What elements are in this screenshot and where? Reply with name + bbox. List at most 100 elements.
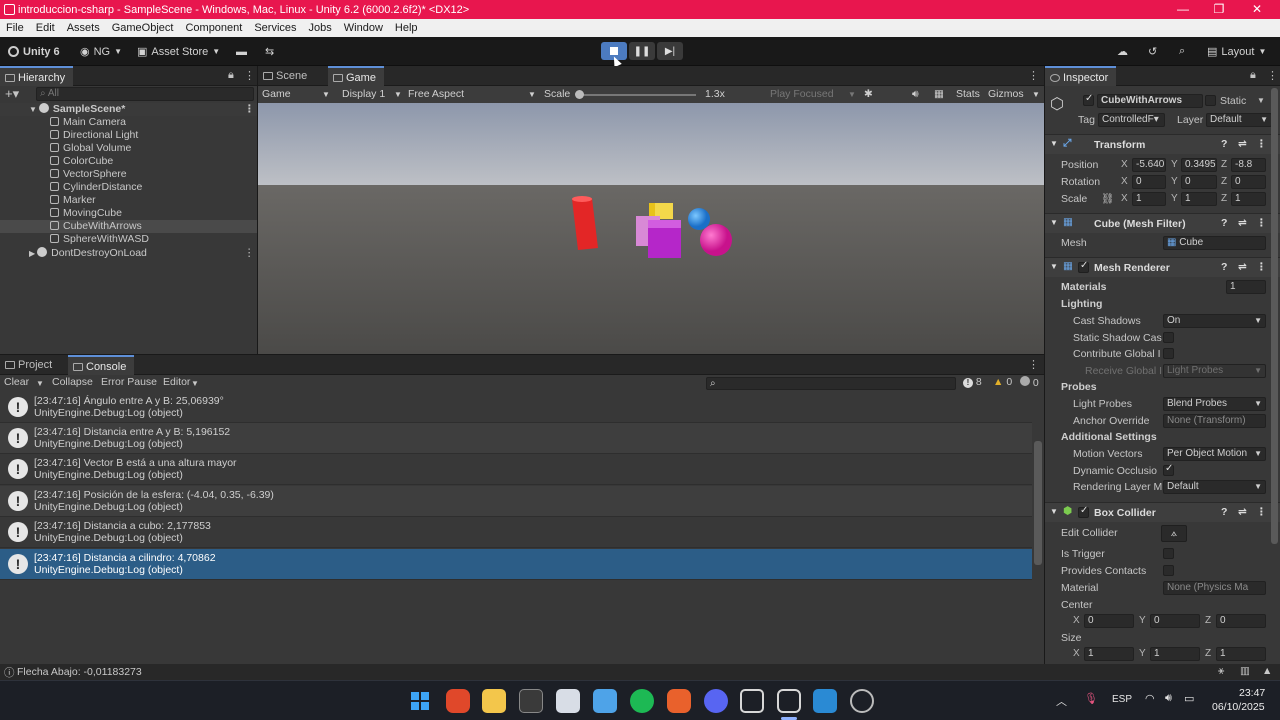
add-icon[interactable]: +▾ <box>5 86 19 102</box>
layout-dropdown[interactable]: ▤ Layout ▼ <box>1207 43 1266 60</box>
rotation-y-field[interactable]: 0 <box>1181 175 1217 189</box>
steam-icon[interactable] <box>850 689 874 713</box>
menu-edit[interactable]: Edit <box>30 22 61 34</box>
menu-gameobject[interactable]: GameObject <box>106 22 180 34</box>
anchor-override-field[interactable]: None (Transform) <box>1163 414 1266 428</box>
microphone-icon[interactable]: 🎙︎ <box>1084 692 1098 705</box>
status-message[interactable]: Flecha Abajo: -0,01183273 <box>17 666 142 678</box>
log-entry[interactable]: ! [23:47:16] Vector B está a una altura m… <box>0 454 1032 485</box>
bug-icon[interactable]: ✱ <box>864 88 873 100</box>
motion-vectors-dropdown[interactable]: Per Object Motion ▼ <box>1163 447 1266 461</box>
log-entry[interactable]: ! [23:47:16] Ángulo entre A y B: 25,06939… <box>0 392 1032 423</box>
snipping-tool-icon[interactable] <box>556 689 580 713</box>
version-control-icon[interactable]: ⇆ <box>265 43 274 60</box>
error-count-toggle[interactable]: 0 <box>1020 376 1039 389</box>
terminal-icon[interactable] <box>519 689 543 713</box>
cast-shadows-dropdown[interactable]: On ▼ <box>1163 314 1266 328</box>
position-x-field[interactable]: -5.640 <box>1132 158 1166 172</box>
console-search-input[interactable]: ⌕ <box>706 377 956 390</box>
hierarchy-item-selected[interactable]: CubeWithArrows <box>0 220 257 233</box>
audio-icon[interactable]: 🔊︎ <box>912 88 919 101</box>
windows-start-icon[interactable] <box>408 689 432 713</box>
tab-console[interactable]: Console <box>68 355 135 375</box>
mesh-renderer-header[interactable]: ▼ ▦ Mesh Renderer ? ⇌ ⋮ <box>1045 257 1280 277</box>
tab-scene[interactable]: Scene <box>258 66 315 86</box>
close-icon[interactable]: ✕ <box>1240 0 1274 19</box>
hierarchy-item[interactable]: Global Volume <box>0 142 257 155</box>
lock-icon[interactable]: 🔒︎ <box>228 69 234 82</box>
layer-dropdown[interactable]: Default ▼ <box>1206 113 1272 127</box>
log-entry-selected[interactable]: ! [23:47:16] Distancia a cilindro: 4,7086… <box>0 549 1032 580</box>
hierarchy-search-input[interactable]: ⌕ All <box>36 87 254 101</box>
menu-services[interactable]: Services <box>248 22 302 34</box>
pause-button[interactable]: ❚❚ <box>629 42 655 60</box>
more-icon[interactable]: ⋮ <box>1028 358 1039 371</box>
file-explorer-icon[interactable] <box>482 689 506 713</box>
package-icon[interactable]: ▬ <box>236 43 247 60</box>
hierarchy-item[interactable]: MovingCube <box>0 207 257 220</box>
menu-file[interactable]: File <box>0 22 30 34</box>
language-indicator[interactable]: ESP <box>1112 694 1132 705</box>
size-y-field[interactable]: 1 <box>1150 647 1200 661</box>
scale-z-field[interactable]: 1 <box>1231 192 1266 206</box>
step-button[interactable]: ▶| <box>657 42 683 60</box>
edit-collider-button[interactable]: ⟑ <box>1161 525 1187 542</box>
scale-x-field[interactable]: 1 <box>1132 192 1166 206</box>
aspect-dropdown[interactable]: Free Aspect <box>408 88 464 100</box>
collapse-button[interactable]: Collapse <box>52 376 93 388</box>
link-icon[interactable]: ⛓ <box>1101 192 1114 205</box>
vscode-icon[interactable] <box>813 689 837 713</box>
inspector-scrollbar[interactable] <box>1271 88 1278 544</box>
help-icon[interactable]: ? <box>1221 217 1227 229</box>
hierarchy-item[interactable]: CylinderDistance <box>0 181 257 194</box>
account-dropdown[interactable]: ◉ NG ▼ <box>80 43 122 60</box>
notepad-icon[interactable] <box>593 689 617 713</box>
scene-row[interactable]: ▼ SampleScene* ⋮ <box>0 103 257 116</box>
tab-game[interactable]: Game <box>328 66 384 86</box>
more-icon[interactable]: ⋮ <box>1256 138 1267 150</box>
hierarchy-item[interactable]: Directional Light <box>0 129 257 142</box>
collider-material-field[interactable]: None (Physics Ma <box>1163 581 1266 595</box>
menu-assets[interactable]: Assets <box>61 22 106 34</box>
size-z-field[interactable]: 1 <box>1216 647 1266 661</box>
light-probes-dropdown[interactable]: Blend Probes ▼ <box>1163 397 1266 411</box>
help-icon[interactable]: ? <box>1221 506 1227 518</box>
center-z-field[interactable]: 0 <box>1216 614 1266 628</box>
broom-icon[interactable]: ⚹ <box>1218 665 1224 678</box>
game-view[interactable] <box>258 103 1044 354</box>
scale-slider-handle[interactable] <box>575 90 584 99</box>
rotation-x-field[interactable]: 0 <box>1132 175 1166 189</box>
position-z-field[interactable]: -8.8 <box>1231 158 1266 172</box>
gizmos-dropdown[interactable]: Gizmos <box>988 88 1024 100</box>
preset-icon[interactable]: ⇌ <box>1238 138 1247 150</box>
center-x-field[interactable]: 0 <box>1084 614 1134 628</box>
active-checkbox[interactable] <box>1083 93 1094 106</box>
help-icon[interactable]: ? <box>1221 261 1227 273</box>
log-entry[interactable]: ! [23:47:16] Distancia entre A y B: 5,196… <box>0 423 1032 454</box>
wifi-icon[interactable]: ◠ <box>1145 692 1155 705</box>
tag-dropdown[interactable]: ControlledF▾ <box>1098 113 1165 127</box>
help-icon[interactable]: ? <box>1221 138 1227 150</box>
spotify-icon[interactable] <box>630 689 654 713</box>
hierarchy-item[interactable]: Marker <box>0 194 257 207</box>
hierarchy-item[interactable]: VectorSphere <box>0 168 257 181</box>
contribute-gi-checkbox[interactable] <box>1163 348 1174 359</box>
unity-account-button[interactable]: Unity 6 <box>8 43 60 60</box>
dynamic-occlusion-checkbox[interactable] <box>1163 463 1174 476</box>
preset-icon[interactable]: ⇌ <box>1238 261 1247 273</box>
mesh-field[interactable]: ▦ Cube <box>1163 236 1266 250</box>
materials-label[interactable]: Materials <box>1061 281 1107 293</box>
unity-editor-icon[interactable] <box>777 689 801 713</box>
hierarchy-item[interactable]: ColorCube <box>0 155 257 168</box>
tab-inspector[interactable]: Inspector <box>1045 66 1117 86</box>
more-icon[interactable]: ⋮ <box>1028 69 1039 82</box>
lighting-section[interactable]: Lighting <box>1061 298 1102 310</box>
minimize-icon[interactable]: — <box>1166 0 1200 19</box>
editor-dropdown[interactable]: Editor <box>163 376 190 388</box>
hierarchy-item[interactable]: Main Camera <box>0 116 257 129</box>
unity-hub-icon[interactable] <box>740 689 764 713</box>
menu-help[interactable]: Help <box>389 22 424 34</box>
more-icon[interactable]: ⋮ <box>1256 261 1267 273</box>
rendering-layer-dropdown[interactable]: Default ▼ <box>1163 480 1266 494</box>
object-name-field[interactable]: CubeWithArrows <box>1097 94 1203 108</box>
